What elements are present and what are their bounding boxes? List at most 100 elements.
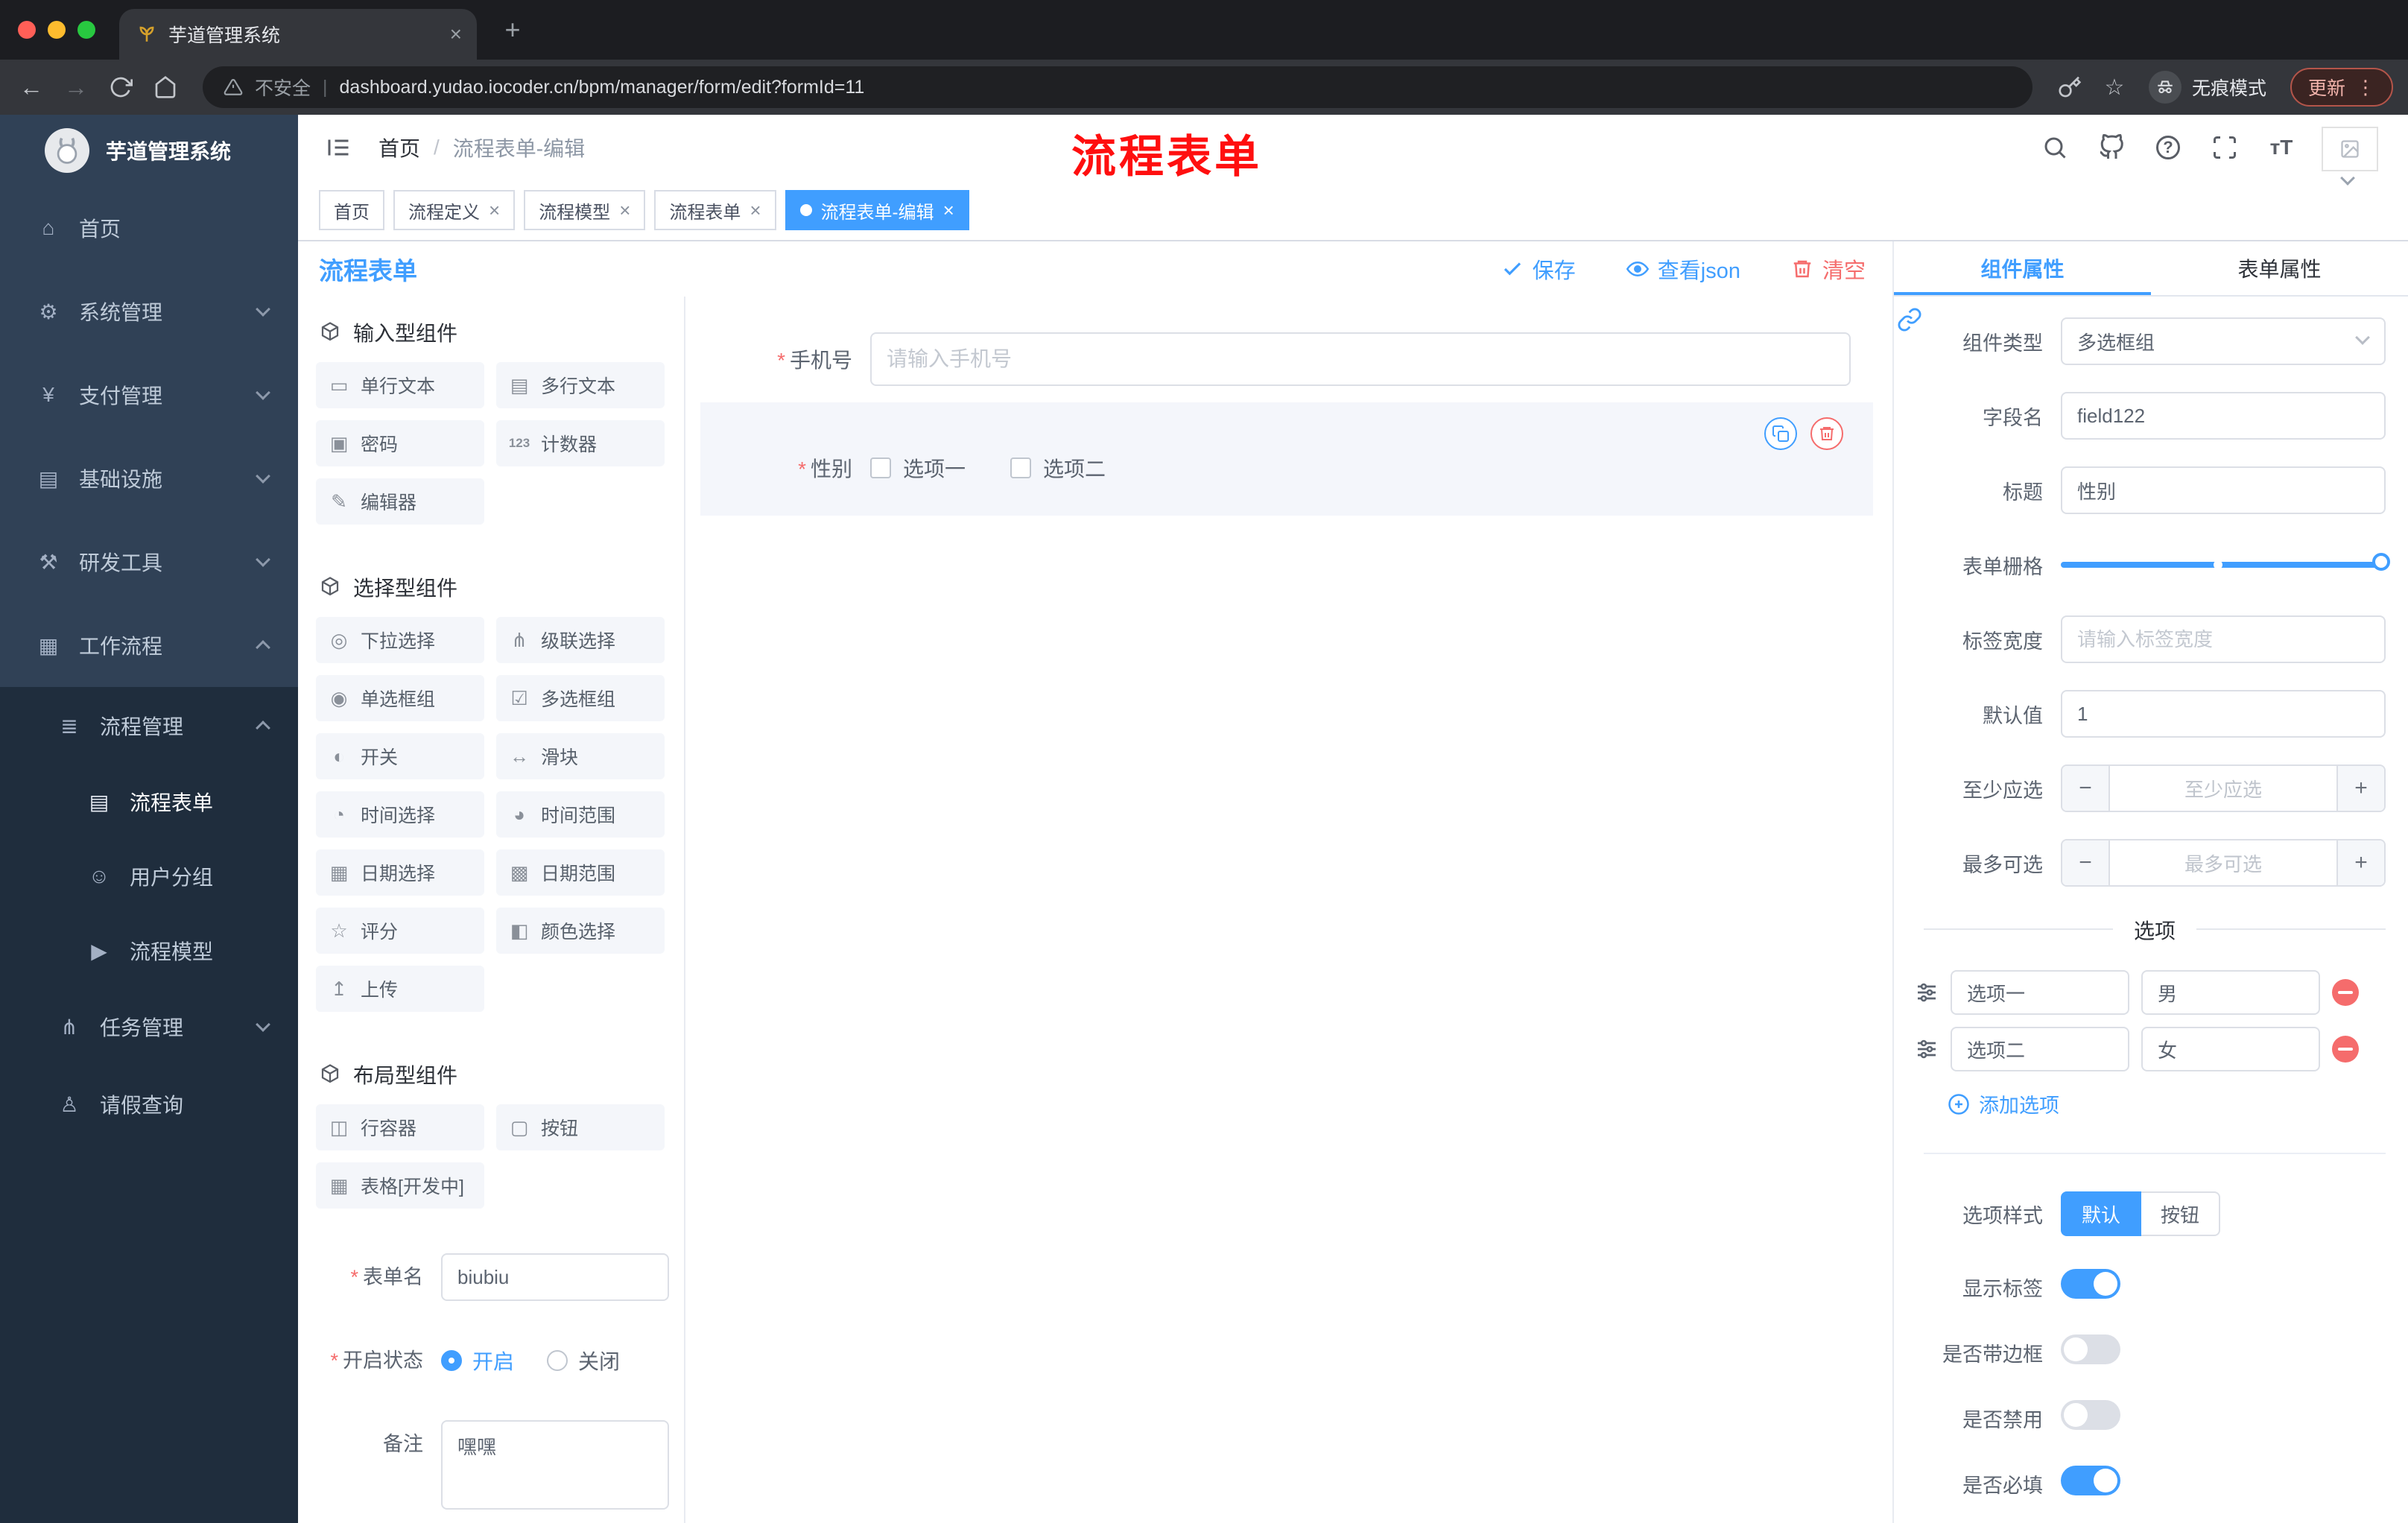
sidebar-item-system[interactable]: ⚙ 系统管理 <box>0 270 298 353</box>
border-toggle[interactable] <box>2061 1334 2120 1364</box>
grid-slider[interactable] <box>2061 541 2390 589</box>
sidebar-toggle-icon[interactable] <box>322 131 355 164</box>
palette-item-time-range[interactable]: ◕ 时间范围 <box>496 791 665 838</box>
sidebar-item-leave-query[interactable]: ♙ 请假查询 <box>0 1066 298 1143</box>
phone-input[interactable] <box>870 332 1851 386</box>
new-tab-button[interactable]: + <box>492 9 533 51</box>
stepper-placeholder[interactable]: 至少应选 <box>2110 766 2336 811</box>
font-size-icon[interactable]: ᴛT <box>2265 131 2298 164</box>
sidebar-item-devtools[interactable]: ⚒ 研发工具 <box>0 520 298 604</box>
forward-button[interactable]: → <box>60 71 92 104</box>
home-button[interactable] <box>149 71 182 104</box>
copy-widget-button[interactable] <box>1764 417 1797 450</box>
update-button[interactable]: 更新 ⋮ <box>2290 68 2393 107</box>
status-on-radio[interactable]: 开启 <box>441 1346 514 1375</box>
browser-tab[interactable]: 芋道管理系统 × <box>119 9 477 60</box>
palette-item-checkbox-group[interactable]: ☑ 多选框组 <box>496 675 665 721</box>
breadcrumb-home[interactable]: 首页 <box>378 133 420 162</box>
tag-close-icon[interactable]: × <box>619 200 630 220</box>
search-icon[interactable] <box>2038 131 2071 164</box>
palette-item-radio-group[interactable]: ◉ 单选框组 <box>316 675 484 721</box>
palette-item-counter[interactable]: 123 计数器 <box>496 420 665 466</box>
window-zoom-button[interactable] <box>77 21 95 39</box>
tag-process-definition[interactable]: 流程定义 × <box>393 190 516 230</box>
gender-option1-checkbox[interactable]: 选项一 <box>870 453 966 483</box>
palette-item-editor[interactable]: ✎ 编辑器 <box>316 478 484 525</box>
decrease-button[interactable]: − <box>2062 766 2110 811</box>
palette-item-cascader[interactable]: ⋔ 级联选择 <box>496 617 665 663</box>
option-drag-icon[interactable] <box>1915 1037 1939 1061</box>
window-minimize-button[interactable] <box>48 21 66 39</box>
sidebar-item-process-model[interactable]: ▶ 流程模型 <box>0 914 298 988</box>
increase-button[interactable]: + <box>2336 766 2384 811</box>
sidebar-item-user-group[interactable]: ☺ 用户分组 <box>0 839 298 914</box>
option-name-input[interactable] <box>1951 1027 2129 1071</box>
gender-option2-checkbox[interactable]: 选项二 <box>1010 453 1106 483</box>
delete-widget-button[interactable] <box>1810 417 1843 450</box>
tag-home[interactable]: 首页 <box>319 190 384 230</box>
key-icon[interactable] <box>2053 71 2086 104</box>
remark-textarea[interactable]: 嘿嘿 <box>441 1420 669 1510</box>
tab-form-props[interactable]: 表单属性 <box>2151 241 2408 295</box>
sidebar-item-task-management[interactable]: ⋔ 任务管理 <box>0 988 298 1066</box>
bookmark-star-icon[interactable]: ☆ <box>2098 71 2131 104</box>
option-drag-icon[interactable] <box>1915 981 1939 1004</box>
add-option-button[interactable]: 添加选项 <box>1948 1089 2408 1118</box>
palette-item-switch[interactable]: ◐ 开关 <box>316 733 484 779</box>
sidebar-item-process-form[interactable]: ▤ 流程表单 <box>0 764 298 839</box>
remove-option-button[interactable] <box>2332 1036 2359 1063</box>
option-value-input[interactable] <box>2141 1027 2320 1071</box>
link-icon[interactable] <box>1897 307 1922 338</box>
palette-item-button[interactable]: ▢ 按钮 <box>496 1104 665 1150</box>
palette-item-date-picker[interactable]: ▦ 日期选择 <box>316 849 484 896</box>
component-type-select[interactable]: 多选框组 <box>2061 317 2386 365</box>
palette-item-single-line-text[interactable]: ▭ 单行文本 <box>316 362 484 408</box>
tab-close-icon[interactable]: × <box>450 22 462 46</box>
sidebar-item-home[interactable]: ⌂ 首页 <box>0 186 298 270</box>
sidebar-item-process-management[interactable]: ≣ 流程管理 <box>0 687 298 764</box>
slider-handle[interactable] <box>2372 553 2390 571</box>
option-name-input[interactable] <box>1951 970 2129 1015</box>
show-label-toggle[interactable] <box>2061 1269 2120 1299</box>
option-value-input[interactable] <box>2141 970 2320 1015</box>
field-name-input[interactable] <box>2061 392 2386 440</box>
palette-item-table[interactable]: ▦ 表格[开发中] <box>316 1162 484 1209</box>
window-close-button[interactable] <box>18 21 36 39</box>
sidebar-item-workflow[interactable]: ▦ 工作流程 <box>0 604 298 687</box>
disabled-toggle[interactable] <box>2061 1400 2120 1430</box>
save-button[interactable]: 保存 <box>1501 253 1576 285</box>
palette-item-color-picker[interactable]: ◧ 颜色选择 <box>496 908 665 954</box>
status-off-radio[interactable]: 关闭 <box>547 1346 620 1375</box>
palette-item-multiline-text[interactable]: ▤ 多行文本 <box>496 362 665 408</box>
gender-field-row[interactable]: * 性别 选项一 选项二 <box>727 453 1846 483</box>
palette-item-password[interactable]: ▣ 密码 <box>316 420 484 466</box>
phone-field-row[interactable]: * 手机号 <box>700 332 1851 386</box>
view-json-button[interactable]: 查看json <box>1626 253 1740 285</box>
decrease-button[interactable]: − <box>2062 840 2110 885</box>
remove-option-button[interactable] <box>2332 979 2359 1006</box>
sidebar-item-payment[interactable]: ¥ 支付管理 <box>0 353 298 437</box>
default-value-input[interactable] <box>2061 690 2386 738</box>
tag-process-model[interactable]: 流程模型 × <box>524 190 646 230</box>
style-button-button[interactable]: 按钮 <box>2141 1191 2221 1236</box>
clear-button[interactable]: 清空 <box>1791 253 1866 285</box>
palette-item-select[interactable]: ◎ 下拉选择 <box>316 617 484 663</box>
slider-track[interactable] <box>2061 553 2390 571</box>
selected-widget[interactable]: * 性别 选项一 选项二 <box>700 402 1873 516</box>
github-icon[interactable] <box>2095 131 2128 164</box>
palette-item-row-container[interactable]: ◫ 行容器 <box>316 1104 484 1150</box>
palette-item-slider[interactable]: ↔ 滑块 <box>496 733 665 779</box>
tag-close-icon[interactable]: × <box>750 200 761 220</box>
tag-close-icon[interactable]: × <box>943 200 954 220</box>
sidebar-item-infrastructure[interactable]: ▤ 基础设施 <box>0 437 298 520</box>
form-canvas[interactable]: *手机号 *性别 <box>685 297 1892 1523</box>
title-input[interactable] <box>2061 466 2386 514</box>
back-button[interactable]: ← <box>15 71 48 104</box>
tag-process-form-edit[interactable]: 流程表单-编辑 × <box>785 190 969 230</box>
required-toggle[interactable] <box>2061 1466 2120 1495</box>
help-icon[interactable]: ? <box>2152 131 2184 164</box>
label-width-input[interactable] <box>2061 615 2386 663</box>
tag-process-form[interactable]: 流程表单 × <box>654 190 776 230</box>
fullscreen-icon[interactable] <box>2208 131 2241 164</box>
form-name-input[interactable] <box>441 1253 669 1301</box>
